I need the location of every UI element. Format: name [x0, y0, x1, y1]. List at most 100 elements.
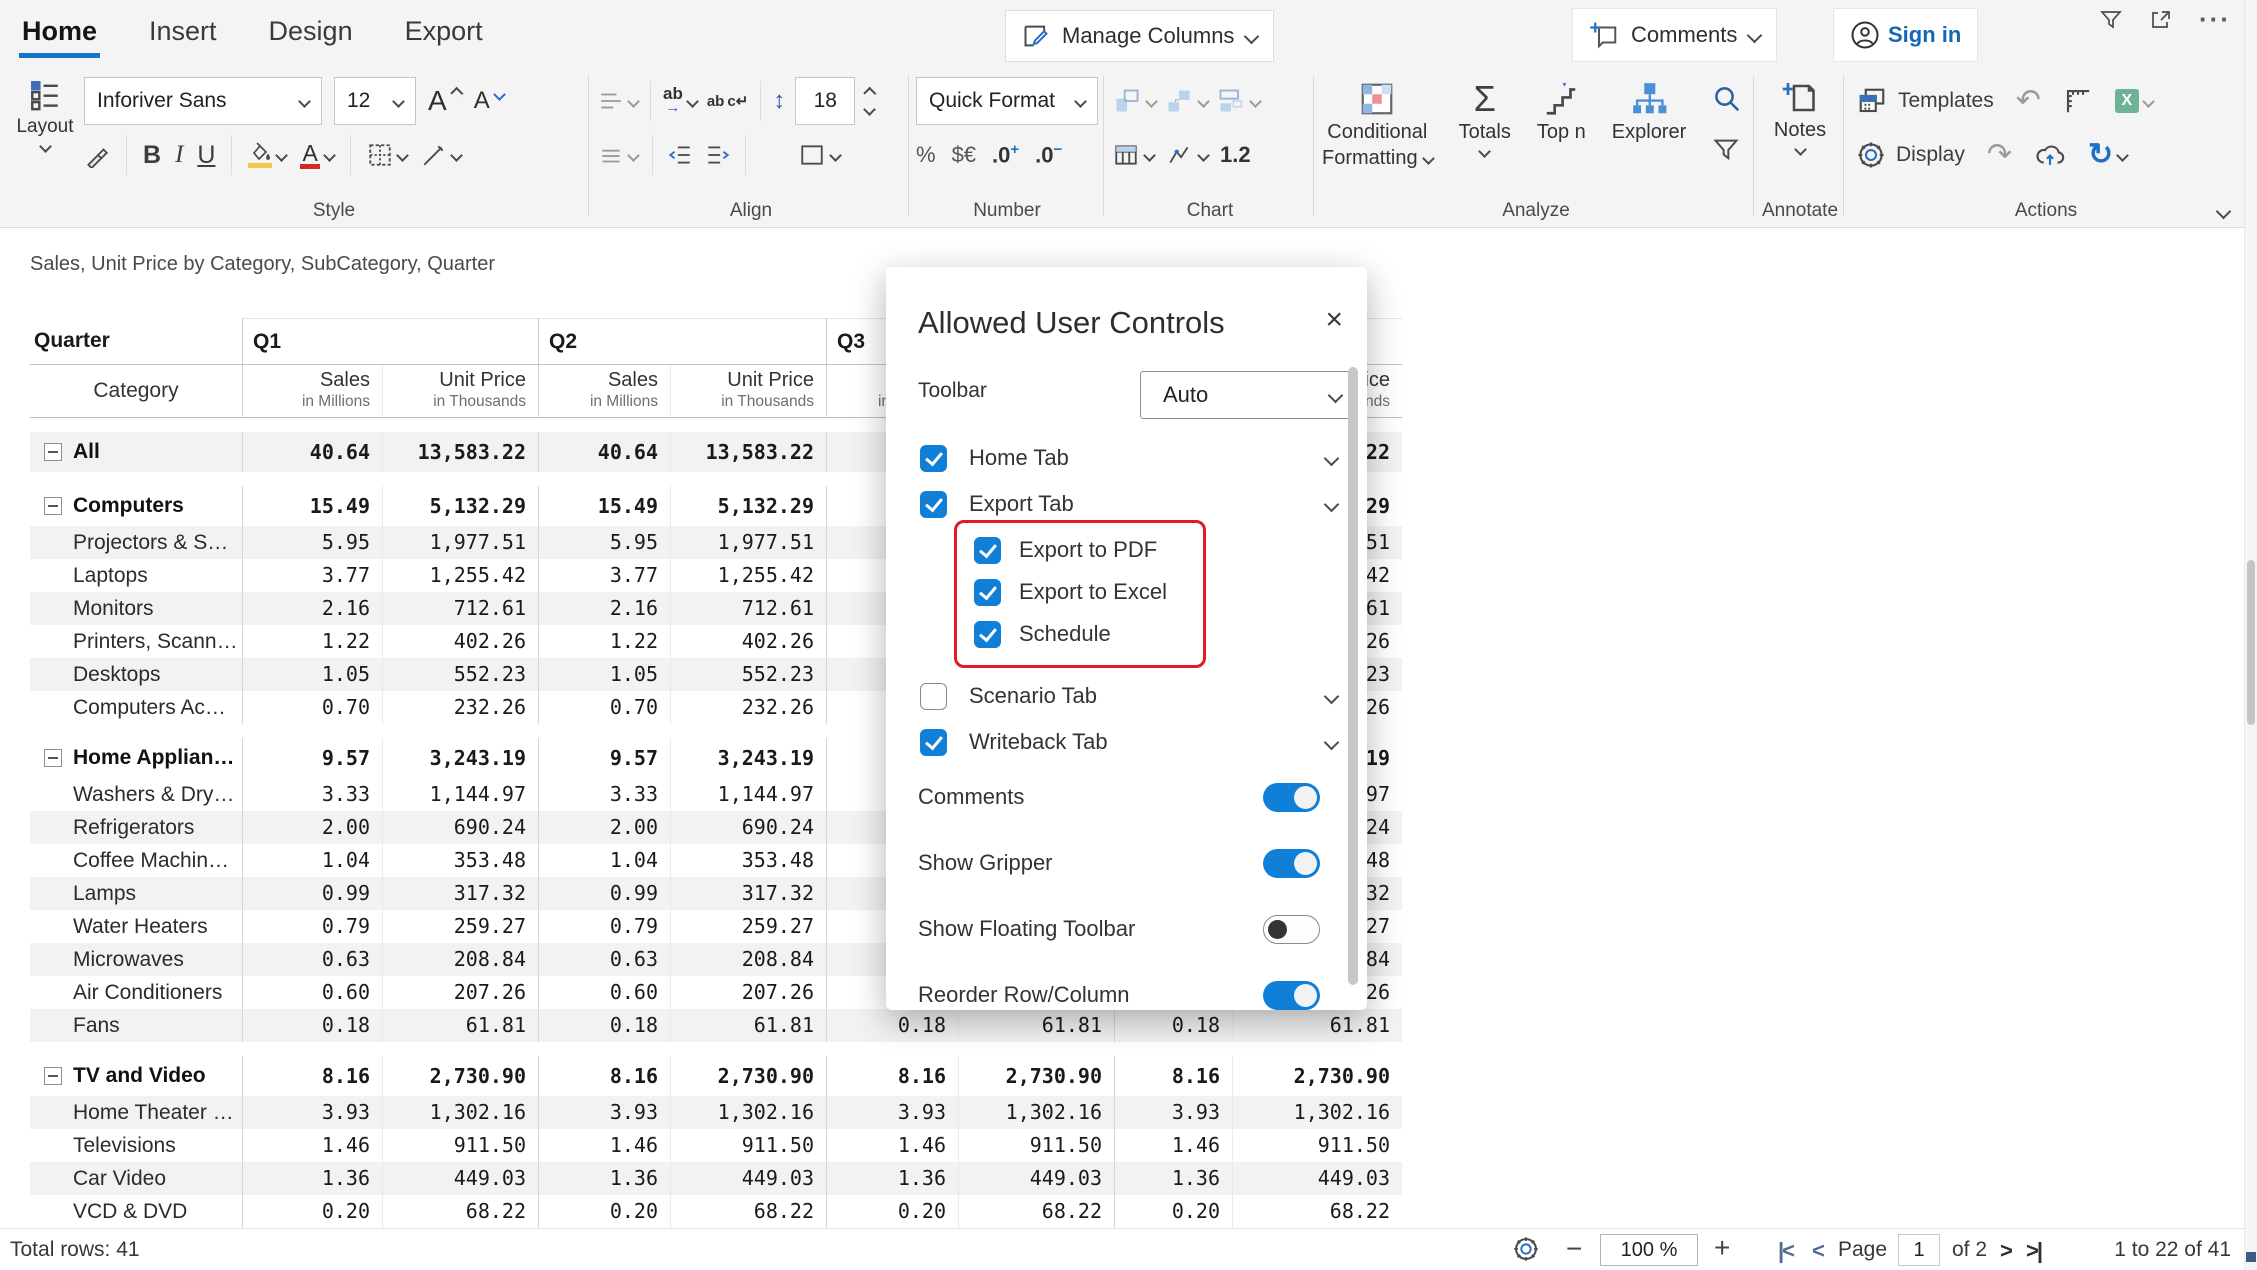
undo-button[interactable]: ↶: [2016, 86, 2041, 116]
explorer-button[interactable]: Explorer: [1612, 80, 1686, 144]
previous-page-button[interactable]: <: [1812, 1238, 1823, 1264]
decrease-font-button[interactable]: A: [474, 88, 504, 114]
tab-design[interactable]: Design: [269, 16, 353, 47]
toggle-switch[interactable]: [1263, 783, 1320, 812]
shrink-text-button[interactable]: ab c↵: [707, 92, 748, 110]
display-button[interactable]: Display: [1856, 140, 1965, 170]
export-option-checkbox[interactable]: [974, 537, 1001, 564]
collapse-icon[interactable]: [44, 1067, 62, 1085]
wrap-text-button[interactable]: ab →: [663, 87, 697, 115]
tab-checkbox[interactable]: [920, 445, 947, 472]
layout-button[interactable]: Layout: [10, 74, 80, 151]
chevron-down-icon[interactable]: [1324, 734, 1340, 750]
focus-mode-icon[interactable]: [2149, 8, 2173, 32]
increase-indent-icon[interactable]: [705, 142, 731, 168]
horizontal-align-button[interactable]: [598, 88, 638, 114]
vertical-align-button[interactable]: [598, 142, 638, 168]
search-icon[interactable]: [1712, 84, 1742, 114]
export-option-checkbox[interactable]: [974, 579, 1001, 606]
tab-checkbox[interactable]: [920, 683, 947, 710]
collapse-icon[interactable]: [44, 443, 62, 461]
bold-button[interactable]: B: [143, 141, 161, 170]
measure-header[interactable]: Salesin Millions: [242, 365, 382, 417]
settings-gear-icon[interactable]: [1512, 1235, 1540, 1263]
chart-type-button[interactable]: [1112, 87, 1156, 115]
export-option-checkbox[interactable]: [974, 621, 1001, 648]
font-name-select[interactable]: Inforiver Sans: [84, 77, 322, 125]
comments-button[interactable]: Comments: [1572, 8, 1777, 62]
line-chart-button[interactable]: [1166, 142, 1208, 168]
quarter-header-q2[interactable]: Q2: [538, 318, 826, 364]
merge-cells-button[interactable]: [798, 142, 840, 168]
table-row[interactable]: TV and Video 8.16 2,730.90 8.16 2,730.90…: [30, 1056, 1402, 1096]
collapse-icon[interactable]: [44, 497, 62, 515]
format-painter-icon[interactable]: [84, 142, 110, 168]
chevron-down-icon[interactable]: [1324, 496, 1340, 512]
conditional-formatting-button[interactable]: Conditional Formatting: [1322, 80, 1433, 170]
zoom-out-button[interactable]: −: [1566, 1233, 1582, 1265]
toggle-switch[interactable]: [1263, 849, 1320, 878]
more-options-icon[interactable]: ···: [2199, 4, 2231, 35]
decrease-indent-icon[interactable]: [667, 142, 693, 168]
dialog-scrollbar[interactable]: [1348, 367, 1358, 985]
font-size-select[interactable]: 12: [334, 77, 416, 125]
table-row[interactable]: VCD & DVD 0.20 68.22 0.20 68.22 0.20 68.…: [30, 1195, 1402, 1228]
table-row[interactable]: Home Theater … 3.93 1,302.16 3.93 1,302.…: [30, 1096, 1402, 1129]
tab-home[interactable]: Home: [22, 16, 97, 47]
tab-export[interactable]: Export: [405, 16, 483, 47]
notes-button[interactable]: Notes: [1760, 74, 1840, 154]
sign-in-button[interactable]: Sign in: [1833, 8, 1978, 62]
close-icon[interactable]: ×: [1325, 305, 1343, 335]
chevron-down-icon[interactable]: [1324, 688, 1340, 704]
combo-chart-button[interactable]: [1164, 87, 1208, 115]
page-number-input[interactable]: 1: [1898, 1234, 1940, 1266]
templates-button[interactable]: Templates: [1856, 86, 1994, 116]
underline-button[interactable]: U: [197, 141, 215, 170]
next-page-button[interactable]: >: [2000, 1238, 2011, 1264]
chevron-down-icon[interactable]: [1324, 450, 1340, 466]
filter-icon[interactable]: [2099, 8, 2123, 32]
toggle-switch[interactable]: [1263, 915, 1320, 944]
toggle-switch[interactable]: [1263, 981, 1320, 1010]
measure-header[interactable]: Unit Pricein Thousands: [382, 365, 538, 417]
table-view-button[interactable]: [1112, 142, 1154, 168]
italic-button[interactable]: I: [175, 141, 183, 169]
chart-layout-button[interactable]: [1216, 87, 1260, 115]
last-page-button[interactable]: >|: [2026, 1238, 2041, 1264]
top-n-button[interactable]: Top n: [1537, 80, 1586, 144]
percent-format-button[interactable]: %: [916, 142, 936, 168]
strikethrough-button[interactable]: [421, 142, 461, 168]
first-page-button[interactable]: |<: [1778, 1238, 1793, 1264]
decrease-decimal-button[interactable]: .0−: [1035, 141, 1062, 168]
measure-header[interactable]: Salesin Millions: [538, 365, 670, 417]
tab-insert[interactable]: Insert: [149, 16, 217, 47]
increase-font-button[interactable]: A: [428, 88, 462, 114]
table-row[interactable]: Car Video 1.36 449.03 1.36 449.03 1.36 4…: [30, 1162, 1402, 1195]
refresh-button[interactable]: ↻: [2088, 140, 2127, 170]
currency-format-button[interactable]: $€: [952, 142, 976, 168]
row-height-input[interactable]: 18: [795, 77, 855, 125]
font-color-button[interactable]: A: [300, 142, 333, 169]
scrollbar-thumb[interactable]: [2247, 560, 2255, 725]
quarter-header-q1[interactable]: Q1: [242, 318, 538, 364]
collapse-icon[interactable]: [44, 749, 62, 767]
row-height-stepper[interactable]: [865, 89, 875, 114]
totals-button[interactable]: Σ Totals: [1459, 80, 1511, 156]
fill-color-button[interactable]: [248, 142, 286, 168]
filter-icon[interactable]: [1712, 136, 1740, 164]
tab-checkbox[interactable]: [920, 491, 947, 518]
zoom-level-input[interactable]: 100 %: [1600, 1234, 1698, 1266]
tab-checkbox[interactable]: [920, 729, 947, 756]
ruler-icon[interactable]: [2063, 86, 2093, 116]
cloud-upload-icon[interactable]: [2034, 140, 2066, 170]
borders-button[interactable]: [367, 142, 407, 168]
toolbar-mode-select[interactable]: Auto: [1140, 371, 1358, 419]
manage-columns-button[interactable]: Manage Columns: [1005, 10, 1274, 62]
increase-decimal-button[interactable]: .0+: [992, 141, 1019, 168]
table-row[interactable]: Televisions 1.46 911.50 1.46 911.50 1.46…: [30, 1129, 1402, 1162]
export-excel-button[interactable]: X: [2115, 89, 2153, 113]
redo-button[interactable]: ↷: [1987, 140, 2012, 170]
zoom-in-button[interactable]: +: [1714, 1232, 1730, 1264]
quick-format-select[interactable]: Quick Format: [916, 77, 1098, 125]
measure-header[interactable]: Unit Pricein Thousands: [670, 365, 826, 417]
